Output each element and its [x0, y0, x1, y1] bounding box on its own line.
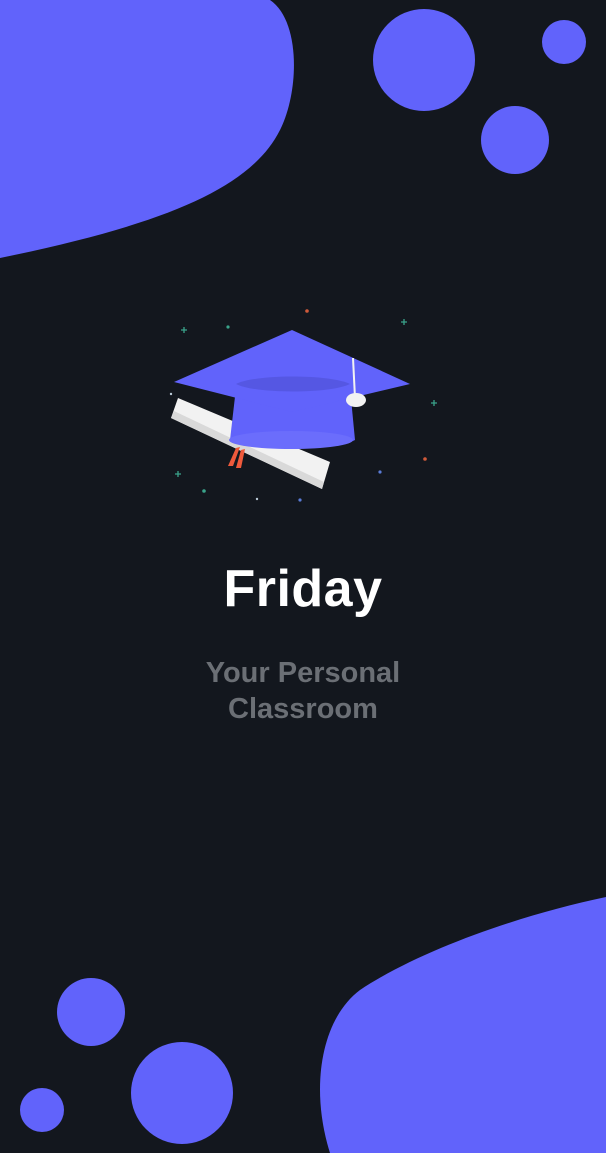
top-circle-large	[373, 9, 475, 111]
app-tagline: Your Personal Classroom	[0, 655, 606, 727]
app-title: Friday	[223, 560, 383, 618]
tagline-line-1: Your Personal	[205, 657, 401, 689]
top-left-blob	[0, 0, 294, 258]
tagline-line-2: Classroom	[228, 693, 378, 725]
splash-screen: Friday Your Personal Classroom	[0, 0, 606, 1153]
top-circle-medium	[481, 106, 549, 174]
bottom-right-blob	[320, 897, 606, 1153]
top-circle-small	[542, 20, 586, 64]
bottom-circle-medium	[57, 978, 125, 1046]
graduation-cap-icon	[169, 309, 437, 502]
bottom-circle-small	[20, 1088, 64, 1132]
bottom-circle-large	[131, 1042, 233, 1144]
cap-board	[174, 330, 410, 412]
